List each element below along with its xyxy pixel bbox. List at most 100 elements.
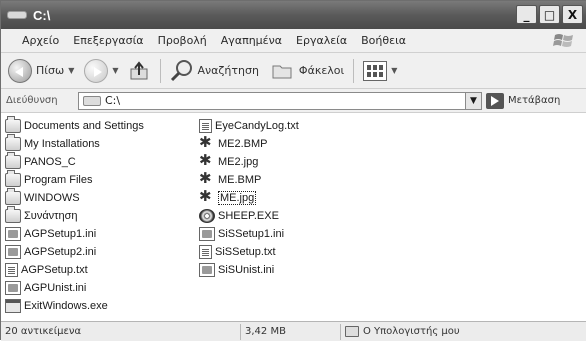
file-list[interactable]: Documents and Settings My Installations … [1, 113, 586, 321]
toolbar-separator [159, 58, 161, 83]
list-item[interactable]: Συνάντηση [5, 206, 144, 225]
back-arrow-icon [8, 58, 32, 83]
list-item[interactable]: AGPUnist.ini [5, 279, 144, 297]
list-item[interactable]: SHEEP.EXE [199, 207, 299, 225]
image-file-icon [199, 171, 215, 187]
up-folder-icon [130, 60, 147, 79]
ini-file-icon [199, 227, 215, 241]
exe-file-icon [5, 299, 21, 313]
menu-tools[interactable]: Εργαλεία [289, 34, 354, 47]
list-item[interactable]: SiSSetup1.ini [199, 225, 299, 243]
forward-dropdown-icon[interactable]: ▼ [112, 66, 118, 75]
computer-icon [345, 326, 359, 337]
minimize-button[interactable]: _ [516, 5, 537, 24]
toolbar-separator [353, 58, 355, 83]
views-icon [363, 60, 388, 81]
list-item[interactable]: WINDOWS [5, 188, 144, 207]
status-count: 20 αντικείμενα [1, 323, 241, 340]
ini-file-icon [5, 227, 21, 241]
folders-button[interactable]: Φάκελοι [268, 56, 347, 86]
close-button[interactable]: X [562, 5, 583, 24]
file-column: Documents and Settings My Installations … [5, 116, 144, 315]
file-name: WINDOWS [24, 192, 80, 204]
menu-bar: Αρχείο Επεξεργασία Προβολή Αγαπημένα Εργ… [1, 29, 586, 53]
toolbar: Πίσω ▼ ▼ Αναζήτηση Φάκελοι ▼ [1, 53, 586, 89]
window-title: C:\ [33, 7, 51, 23]
image-file-icon [199, 189, 215, 205]
file-column: EyeCandyLog.txt ME2.BMP ME2.jpg ME.BMP M… [199, 117, 299, 279]
explorer-window: C:\ _ □ X Αρχείο Επεξεργασία Προβολή Αγα… [0, 0, 586, 341]
window-controls: _ □ X [516, 5, 583, 24]
views-dropdown-icon[interactable]: ▼ [391, 66, 397, 75]
list-item[interactable]: Program Files [5, 170, 144, 189]
up-folder-button[interactable] [126, 56, 154, 86]
file-name: SHEEP.EXE [218, 210, 279, 222]
back-dropdown-icon[interactable]: ▼ [68, 66, 74, 75]
go-button[interactable]: Μετάβαση [486, 92, 561, 109]
folder-icon [5, 206, 21, 223]
menu-file[interactable]: Αρχείο [15, 34, 66, 47]
ini-file-icon [199, 263, 215, 277]
windows-logo-icon [553, 34, 573, 47]
list-item[interactable]: AGPSetup2.ini [5, 243, 144, 261]
forward-button[interactable]: ▼ [81, 56, 125, 86]
list-item[interactable]: SiSUnist.ini [199, 261, 299, 279]
list-item[interactable]: My Installations [5, 134, 144, 153]
list-item-selected[interactable]: ME.jpg [199, 189, 299, 207]
forward-arrow-icon [84, 58, 109, 83]
list-item[interactable]: SiSSetup.txt [199, 243, 299, 261]
search-button[interactable]: Αναζήτηση [167, 56, 262, 86]
list-item[interactable]: ExitWindows.exe [5, 297, 144, 315]
menu-favorites[interactable]: Αγαπημένα [214, 34, 289, 47]
folder-icon [5, 134, 21, 151]
status-bar: 20 αντικείμενα 3,42 MB Ο Υπολογιστής μου [1, 321, 586, 341]
address-bar: Διεύθυνση C:\ ▼ Μετάβαση [1, 89, 586, 113]
folders-icon [272, 65, 292, 78]
drive-icon [7, 8, 29, 22]
file-name: ME.BMP [218, 174, 262, 186]
list-item[interactable]: PANOS_C [5, 152, 144, 171]
ini-file-icon [5, 281, 21, 295]
go-label: Μετάβαση [508, 95, 561, 106]
menu-help[interactable]: Βοήθεια [354, 34, 413, 47]
list-item[interactable]: Documents and Settings [5, 116, 144, 135]
file-name: Documents and Settings [24, 120, 144, 132]
file-name: EyeCandyLog.txt [215, 120, 299, 132]
address-dropdown-icon[interactable]: ▼ [465, 92, 481, 109]
list-item[interactable]: AGPSetup.txt [5, 261, 144, 279]
image-file-icon [199, 135, 215, 151]
list-item[interactable]: EyeCandyLog.txt [199, 117, 299, 135]
address-input[interactable]: C:\ ▼ [78, 91, 482, 110]
file-name: SiSSetup.txt [215, 246, 276, 258]
file-name: SiSSetup1.ini [218, 228, 285, 240]
text-file-icon [5, 263, 18, 277]
file-name: ExitWindows.exe [24, 300, 108, 312]
drive-icon [83, 95, 101, 106]
menu-view[interactable]: Προβολή [151, 34, 214, 47]
status-location-label: Ο Υπολογιστής μου [363, 326, 460, 337]
views-button[interactable]: ▼ [360, 56, 404, 86]
file-name: AGPSetup.txt [21, 264, 88, 276]
list-item[interactable]: ME2.jpg [199, 153, 299, 171]
address-value: C:\ [105, 94, 121, 107]
file-name: My Installations [24, 138, 100, 150]
file-name: PANOS_C [24, 156, 76, 168]
list-item[interactable]: ME2.BMP [199, 135, 299, 153]
file-name: Συνάντηση [24, 210, 78, 222]
menu-edit[interactable]: Επεξεργασία [66, 34, 150, 47]
status-location: Ο Υπολογιστής μου [341, 324, 585, 340]
back-button[interactable]: Πίσω ▼ [5, 56, 81, 86]
folder-icon [5, 188, 21, 205]
search-icon [170, 59, 192, 81]
maximize-button[interactable]: □ [539, 5, 560, 24]
text-file-icon [199, 245, 212, 259]
file-name: ME2.jpg [218, 156, 259, 168]
address-label: Διεύθυνση [6, 95, 58, 106]
ini-file-icon [5, 245, 21, 259]
file-name: ME.jpg [218, 191, 257, 205]
list-item[interactable]: ME.BMP [199, 171, 299, 189]
title-bar[interactable]: C:\ _ □ X [1, 1, 586, 29]
list-item[interactable]: AGPSetup1.ini [5, 225, 144, 243]
search-label: Αναζήτηση [197, 64, 259, 77]
file-name: Program Files [24, 174, 93, 186]
